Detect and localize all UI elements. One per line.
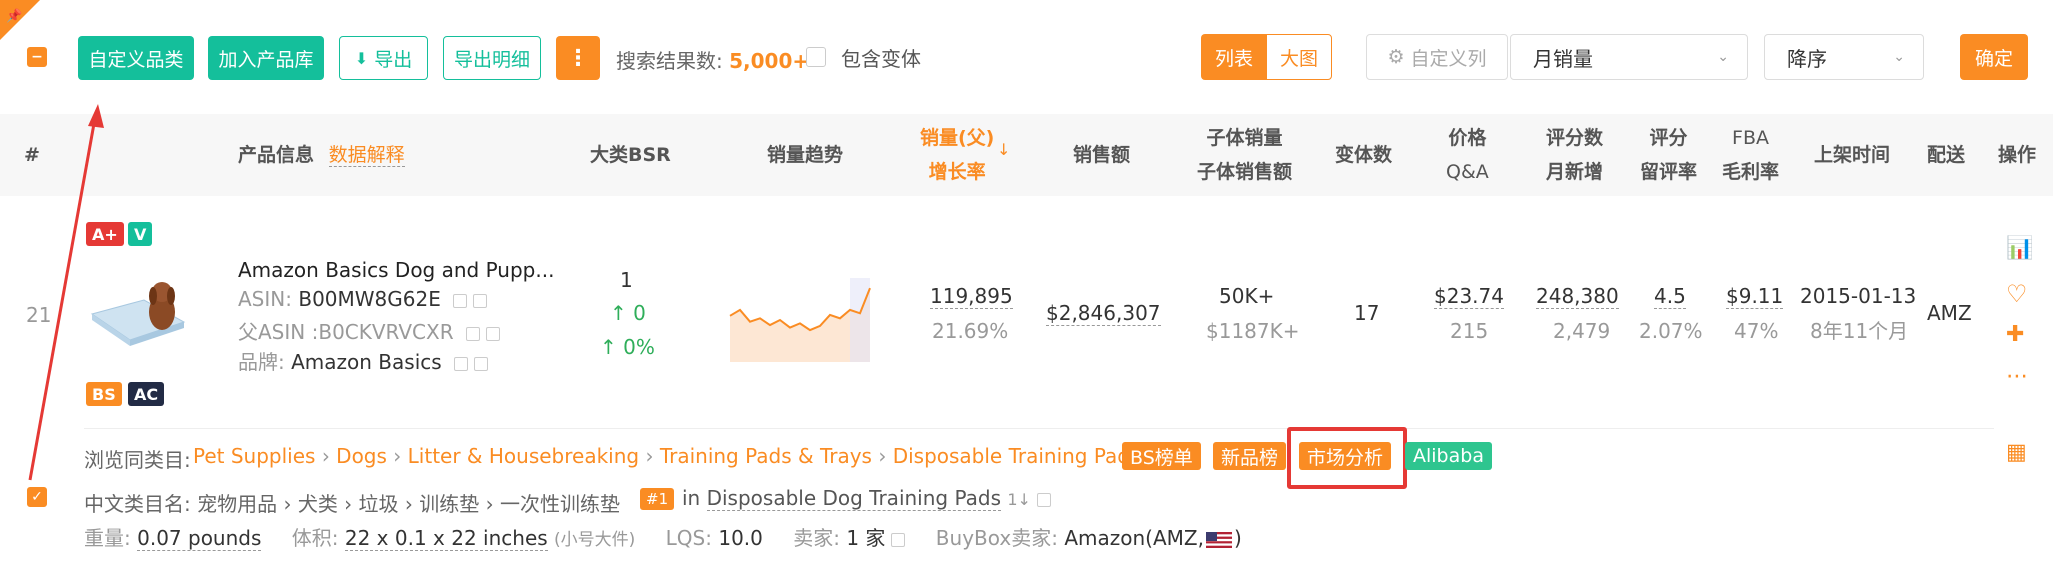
annotation-arrow — [28, 104, 104, 481]
